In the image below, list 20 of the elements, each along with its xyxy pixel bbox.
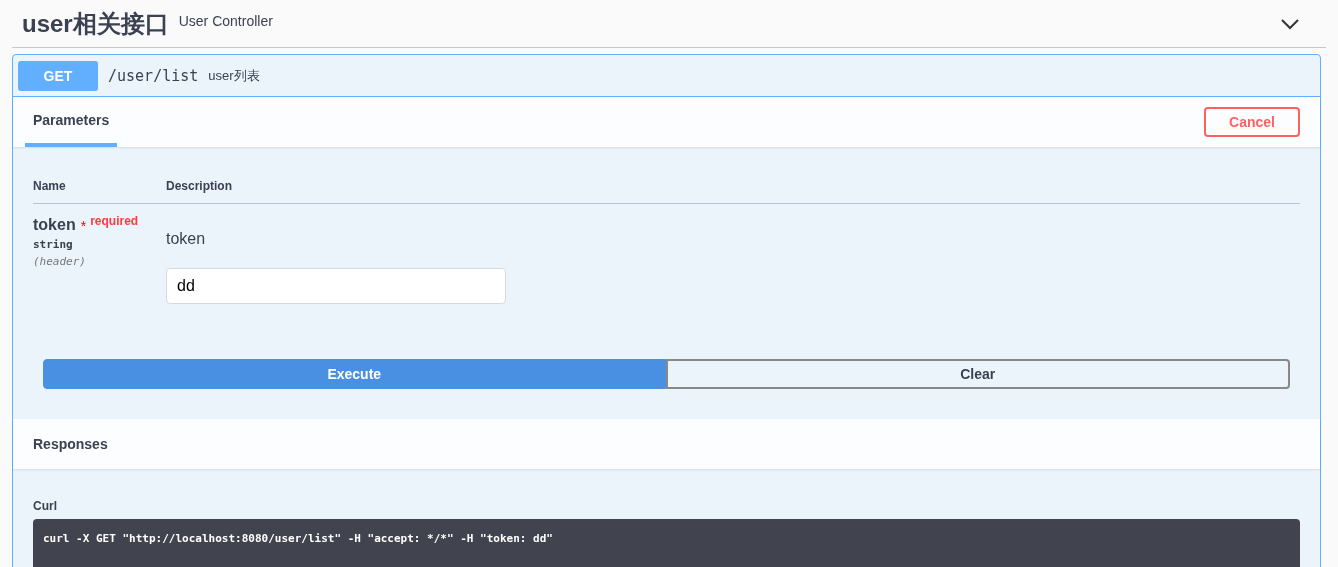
input-field[interactable]: dd — [166, 268, 506, 304]
curl-label: Curl — [33, 499, 58, 513]
endpoint-path: /user/list — [108, 66, 199, 85]
parameters-tab[interactable]: Parameters — [25, 97, 118, 147]
column-header: Name — [33, 179, 67, 193]
parameter-name: token — [33, 216, 76, 234]
parameter-description: token — [166, 230, 207, 248]
required-mark: * — [80, 218, 87, 234]
curl-command: curl -X GET "http://localhost:8080/user/list" -H "accept: */*" -H "token: dd" — [43, 532, 553, 545]
section-description: User Controller — [178, 12, 273, 29]
chevron-icon[interactable] — [1280, 17, 1300, 30]
endpoint-summary: user列表 — [208, 66, 260, 85]
section-title[interactable]: user相关接口 — [22, 7, 169, 40]
required-label: required — [90, 214, 139, 228]
clear-button[interactable]: Clear — [665, 359, 1290, 389]
method-badge: GET — [18, 60, 98, 91]
section-title: Responses — [33, 436, 108, 452]
parameter-type: string — [33, 238, 74, 251]
parameter-location: (header) — [33, 255, 87, 268]
column-header: Description — [166, 179, 232, 193]
